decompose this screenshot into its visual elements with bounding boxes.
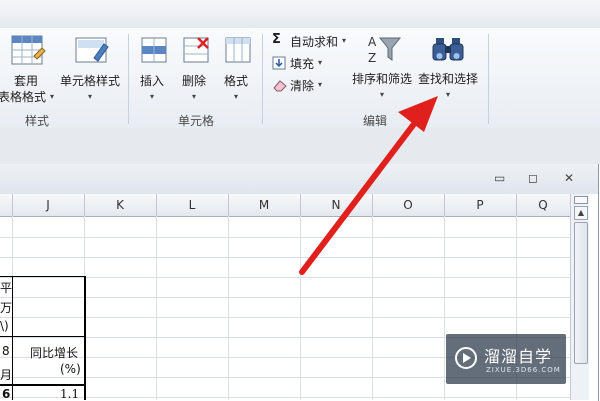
watermark-url: ZIXUE.3D66.COM — [486, 366, 561, 374]
watermark-brand: 溜溜自学 — [484, 347, 553, 366]
arrow-shaft — [299, 113, 423, 275]
arrow-head — [398, 96, 438, 132]
watermark: 溜溜自学 ZIXUE.3D66.COM — [446, 334, 566, 384]
play-logo-icon — [455, 347, 477, 369]
